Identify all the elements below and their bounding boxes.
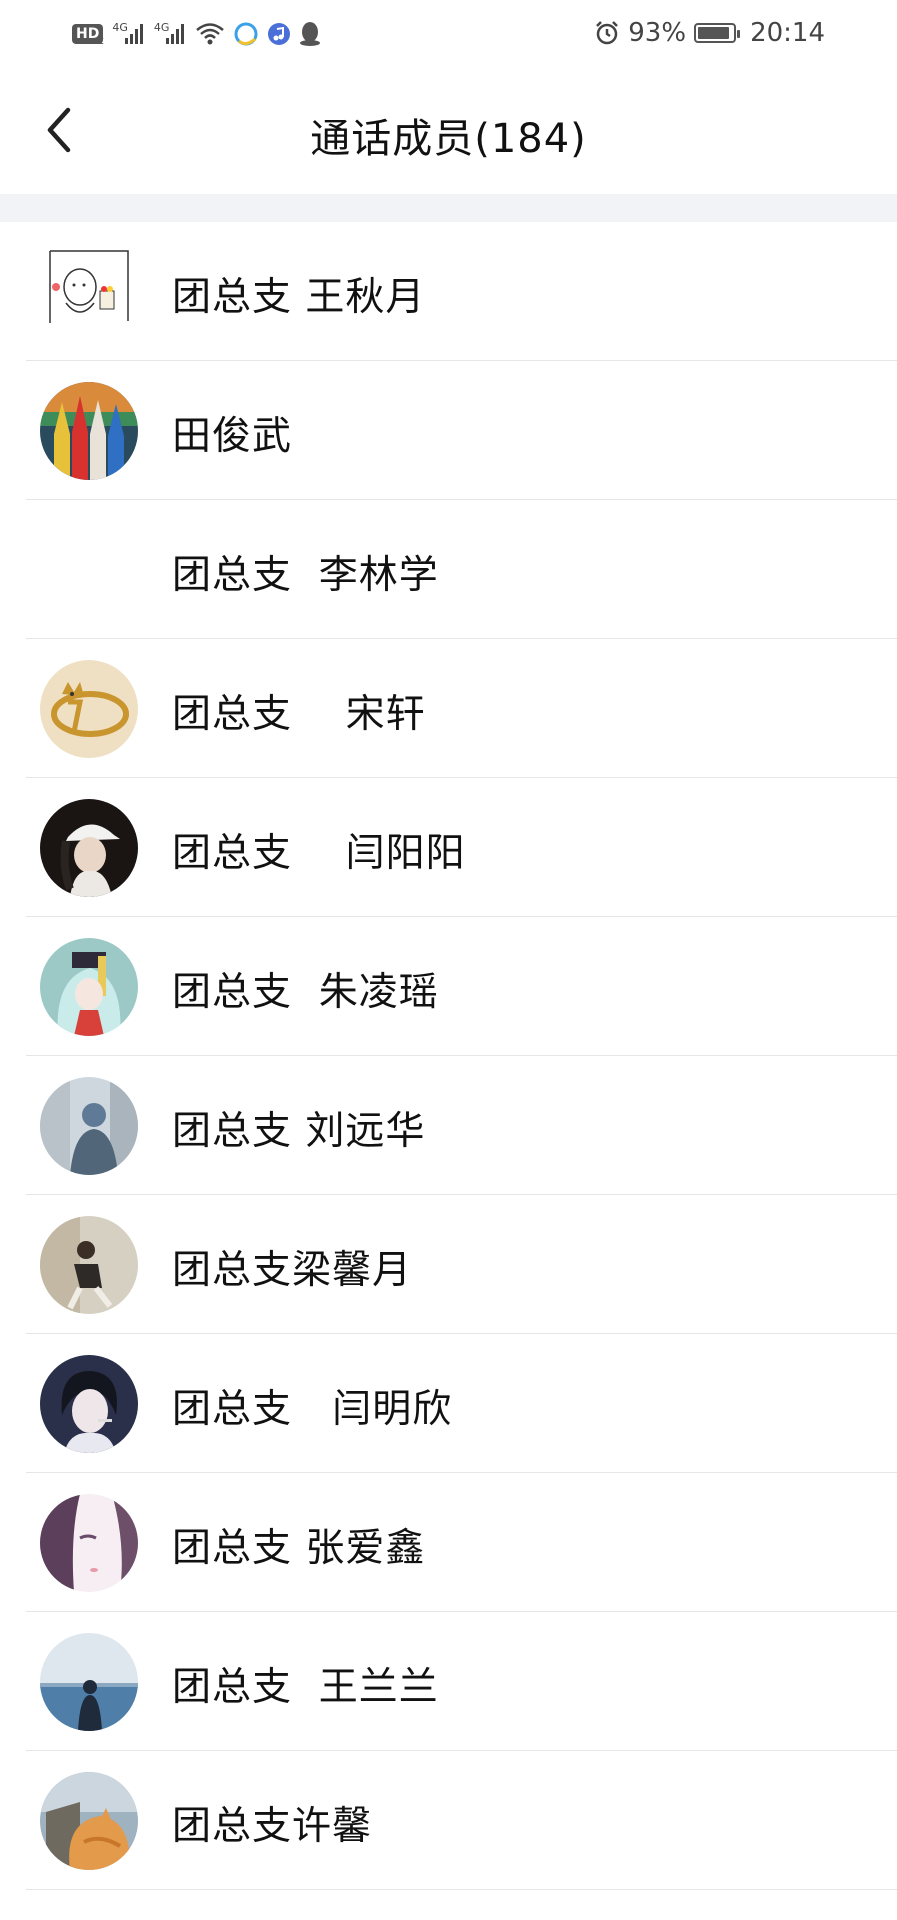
member-name: 团总支 闫阳阳 <box>172 831 466 876</box>
blank-avatar <box>40 521 138 619</box>
wifi-icon <box>195 22 225 46</box>
member-name: 团总支 王兰兰 <box>172 1665 439 1710</box>
list-item[interactable]: 团总支 王秋月 <box>26 222 897 361</box>
alarm-icon <box>594 20 620 46</box>
sitting-girl-avatar <box>40 1216 138 1314</box>
anime-boy-avatar <box>40 1355 138 1453</box>
member-list: 团总支 王秋月 田俊武 团总支 李林学 团总支 宋轩 团总支 闫阳阳 团总支 朱… <box>0 222 897 1890</box>
list-item[interactable]: 团总支梁馨月 <box>26 1195 897 1334</box>
member-name: 团总支梁馨月 <box>172 1248 413 1293</box>
page-title: 通话成员(184) <box>310 116 587 162</box>
member-name: 团总支 闫明欣 <box>172 1387 453 1432</box>
section-separator <box>0 194 897 222</box>
member-name: 团总支 李林学 <box>172 553 439 598</box>
hd-sub-label: 2 <box>97 33 105 47</box>
battery-icon <box>694 23 741 43</box>
member-name: 团总支 宋轩 <box>172 692 426 737</box>
list-item[interactable]: 团总支 闫明欣 <box>26 1334 897 1473</box>
list-item[interactable]: 团总支 李林学 <box>26 500 897 639</box>
girl-cap-avatar <box>40 799 138 897</box>
page-header: 通话成员(184) <box>0 66 897 194</box>
pencils-avatar <box>40 382 138 480</box>
list-item[interactable]: 田俊武 <box>26 361 897 500</box>
list-item[interactable]: 团总支 闫阳阳 <box>26 778 897 917</box>
signal-icon: 4G <box>112 21 146 45</box>
street-person-avatar <box>40 1077 138 1175</box>
status-left-icons: HD 2 4G 4G <box>72 18 321 50</box>
battery-fill <box>698 27 730 39</box>
signal-icon: 4G <box>154 21 188 45</box>
hd-icon: HD 2 <box>72 22 104 47</box>
battery-outline <box>694 23 741 43</box>
member-name: 团总支 王秋月 <box>172 275 426 320</box>
clock-time: 20:14 <box>750 18 825 48</box>
list-item[interactable]: 团总支 朱凌瑶 <box>26 917 897 1056</box>
anime-girl-avatar <box>40 938 138 1036</box>
sea-person-avatar <box>40 1633 138 1731</box>
anime-face-avatar <box>40 1494 138 1592</box>
member-name: 团总支许馨 <box>172 1804 373 1849</box>
list-item[interactable]: 团总支 宋轩 <box>26 639 897 778</box>
list-item[interactable]: 团总支 王兰兰 <box>26 1612 897 1751</box>
sketch-avatar <box>40 243 138 341</box>
member-name: 团总支 朱凌瑶 <box>172 970 439 1015</box>
member-name: 团总支 刘远华 <box>172 1109 426 1154</box>
member-name: 团总支 张爱鑫 <box>172 1526 426 1571</box>
list-item[interactable]: 团总支 张爱鑫 <box>26 1473 897 1612</box>
orange-cat-avatar <box>40 1772 138 1870</box>
gold-cat-avatar <box>40 660 138 758</box>
music-icon <box>267 22 291 46</box>
status-right-icons: 93% 20:14 <box>594 16 825 50</box>
battery-percent: 93% <box>628 18 687 48</box>
qq-icon <box>299 21 321 47</box>
member-name: 田俊武 <box>172 414 293 459</box>
qq-browser-icon <box>233 21 259 47</box>
list-item[interactable]: 团总支许馨 <box>26 1751 897 1890</box>
status-bar: HD 2 4G 4G 93% 20:14 <box>0 0 897 66</box>
list-item[interactable]: 团总支 刘远华 <box>26 1056 897 1195</box>
